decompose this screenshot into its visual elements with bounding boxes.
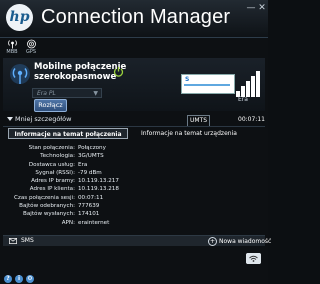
- info-key: Stan połączenia:: [28, 145, 75, 151]
- info-row: Bajtów odebranych: 777639: [8, 202, 158, 210]
- signal-bar-3: [246, 81, 250, 97]
- tab-device-info[interactable]: Informacje na temat urządzenia: [141, 128, 261, 139]
- info-row: Adres IP klienta: 10.119.13.218: [8, 185, 158, 193]
- title-bar: hp Connection Manager — ✕: [0, 0, 268, 38]
- info-value: Era: [78, 161, 88, 168]
- mobile-broadband-signal-icon: [10, 64, 30, 84]
- operator-logo-mark: S: [185, 76, 190, 83]
- settings-icon[interactable]: ⚙: [26, 275, 34, 283]
- info-value: 174101: [78, 211, 100, 218]
- envelope-icon: [9, 238, 17, 244]
- info-icon[interactable]: i: [15, 275, 23, 283]
- signal-bar-5: [256, 71, 260, 97]
- mode-mbb-button[interactable]: MBB: [4, 39, 20, 55]
- details-row: Mniej szczegółów UMTS 00:07:11: [0, 113, 268, 127]
- operator-select[interactable]: Era PL ▼: [32, 88, 102, 98]
- info-row: Technologia: 3G/UMTS: [8, 152, 158, 160]
- app-title: Connection Manager: [41, 6, 231, 28]
- info-row: APN: erainternet: [8, 219, 158, 227]
- add-icon: +: [208, 237, 217, 246]
- wifi-button[interactable]: [246, 253, 261, 264]
- connection-timer: 00:07:11: [238, 116, 265, 123]
- operator-logo: S: [181, 74, 235, 94]
- new-message-button[interactable]: + Nowa wiadomość: [208, 237, 271, 246]
- info-value: Połączony: [78, 145, 106, 151]
- connection-manager-window: hp Connection Manager — ✕ MBB GPS Mobiln…: [0, 0, 271, 284]
- signal-strength-bars: [236, 69, 262, 97]
- new-message-label: Nowa wiadomość: [219, 238, 272, 245]
- gps-icon: [26, 39, 36, 49]
- info-value: 3G/UMTS: [78, 153, 104, 160]
- signal-bar-4: [251, 76, 255, 97]
- info-value: 777639: [78, 203, 100, 210]
- tab-connection-info[interactable]: Informacje na temat połączenia: [8, 128, 128, 139]
- info-row: Bajtów wysłanych: 174101: [8, 210, 158, 218]
- info-key: Adres IP klienta:: [29, 186, 75, 193]
- connection-info-list: Stan połączenia: Połączony Technologia: 3G…: [8, 144, 158, 227]
- sms-label: SMS: [21, 237, 34, 244]
- info-key: Czas połączenia sesji:: [14, 194, 75, 201]
- info-key: Technologia:: [40, 153, 75, 160]
- info-key: Adres IP bramy:: [31, 178, 75, 185]
- info-row: Sygnał (RSSI): -79 dBm: [8, 169, 158, 177]
- divider: [3, 126, 265, 127]
- bottom-bar: ? i ⚙: [0, 248, 268, 284]
- mode-gps-label: GPS: [25, 49, 37, 55]
- signal-provider-label: Era: [238, 96, 248, 103]
- info-value: -79 dBm: [78, 169, 102, 176]
- mode-gps-button[interactable]: GPS: [23, 39, 39, 55]
- info-value: 10.119.13.217: [78, 178, 119, 185]
- close-button[interactable]: ✕: [257, 3, 267, 13]
- disconnect-button[interactable]: Rozłącz: [34, 99, 67, 112]
- info-key: Sygnał (RSSI):: [35, 169, 75, 176]
- info-key: Bajtów odebranych:: [19, 203, 75, 210]
- mode-bar: MBB GPS: [0, 38, 268, 58]
- info-key: Bajtów wysłanych:: [23, 211, 75, 218]
- info-row: Czas połączenia sesji: 00:07:11: [8, 194, 158, 202]
- help-icon[interactable]: ?: [4, 275, 12, 283]
- info-key: Dostawca usług:: [28, 161, 75, 168]
- hp-logo: hp: [6, 4, 33, 31]
- operator-logo-stripe: [184, 84, 230, 86]
- info-row: Adres IP bramy: 10.119.13.217: [8, 177, 158, 185]
- chevron-down-icon: ▼: [93, 90, 98, 97]
- minimize-button[interactable]: —: [246, 3, 256, 13]
- mobile-broadband-icon: [7, 40, 17, 49]
- details-toggle-label: Mniej szczegółów: [15, 115, 72, 123]
- details-toggle[interactable]: Mniej szczegółów: [7, 115, 71, 123]
- sms-bar: SMS + Nowa wiadomość: [3, 235, 271, 246]
- info-value: erainternet: [78, 219, 110, 226]
- info-key: APN:: [61, 219, 75, 226]
- info-row: Dostawca usług: Era: [8, 161, 158, 169]
- mode-mbb-label: MBB: [6, 49, 18, 55]
- info-row: Stan połączenia: Połączony: [8, 144, 158, 152]
- collapse-triangle-icon: [7, 117, 13, 121]
- info-value: 00:07:11: [78, 194, 104, 201]
- operator-select-value: Era PL: [37, 90, 56, 97]
- info-value: 10.119.13.218: [78, 186, 119, 193]
- power-icon[interactable]: [113, 66, 124, 77]
